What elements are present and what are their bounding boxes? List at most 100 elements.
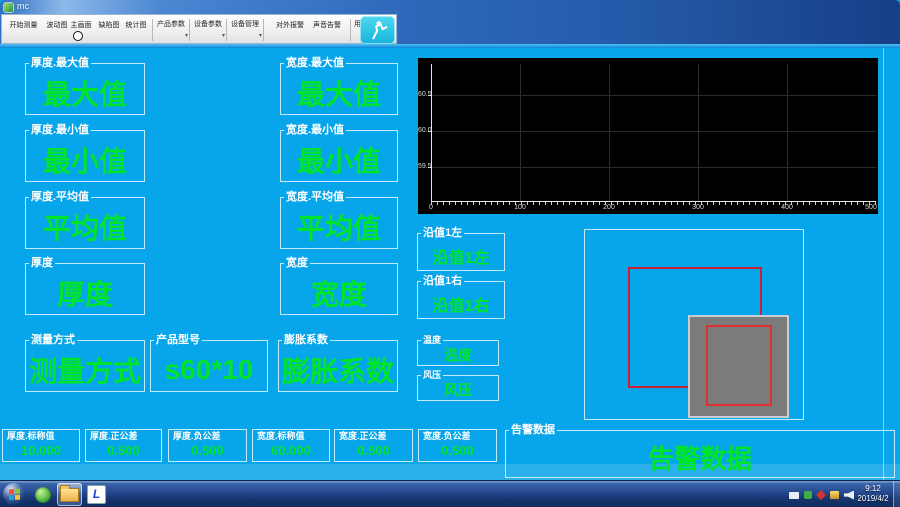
field-value: 最小值: [281, 131, 397, 181]
field-value: 0.500: [169, 430, 246, 461]
chart-x-axis: [431, 201, 876, 202]
field-thickness-avg: 厚度.平均值 平均值: [25, 197, 145, 249]
x-tick-label: 500: [865, 204, 877, 211]
field-product-model: 产品型号 s60*10: [150, 340, 268, 392]
windows-flag-icon: [9, 488, 20, 500]
screen-radio-button[interactable]: [73, 31, 83, 41]
speaker-icon[interactable]: [844, 491, 854, 500]
window-frame-line: [883, 48, 884, 480]
taskbar: 9:12 2019/4/2: [0, 480, 900, 507]
menu-statistics-chart[interactable]: 统计图: [123, 19, 149, 32]
gridline: [609, 64, 610, 201]
field-width-min: 宽度.最小值 最小值: [280, 130, 398, 182]
field-value: 10.000: [3, 430, 79, 461]
x-tick-label: 100: [514, 204, 526, 211]
field-thickness-plus-tol: 厚度.正公差 0.500: [85, 429, 162, 462]
menu-bar: 开始测量 波动图 主画面 缺陷图 统计图 产品参数 设备参数 设备管理 对外报警…: [1, 14, 397, 44]
field-value: 测量方式: [26, 341, 144, 391]
field-value: 最小值: [26, 131, 144, 181]
taskbar-lx-app[interactable]: [84, 483, 109, 506]
field-value: 0.500: [335, 430, 412, 461]
field-alarm-data: 告警数据 告警数据: [505, 430, 895, 478]
language-icon[interactable]: [789, 492, 799, 499]
field-value: 0.500: [86, 430, 161, 461]
application-window: mc 开始测量 波动图 主画面 缺陷图 统计图 产品参数 设备参数 设备管理 对…: [0, 0, 900, 507]
field-value: 最大值: [26, 64, 144, 114]
field-value: 60.000: [253, 430, 329, 461]
taskbar-explorer-app[interactable]: [57, 483, 82, 506]
field-value: 宽度: [281, 264, 397, 314]
menu-wave-chart[interactable]: 波动图: [44, 19, 70, 32]
gridline: [520, 64, 521, 201]
field-value: 厚度: [26, 264, 144, 314]
folder-icon: [60, 488, 79, 502]
x-tick-label: 0: [429, 204, 433, 211]
field-expansion-coeff: 膨胀系数 膨胀系数: [278, 340, 398, 392]
field-value: 膨胀系数: [279, 341, 397, 391]
field-value: 沿值1右: [418, 282, 504, 318]
x-tick-label: 400: [781, 204, 793, 211]
field-value: 沿值1左: [418, 234, 504, 270]
field-measure-mode: 测量方式 测量方式: [25, 340, 145, 392]
gridline: [432, 167, 876, 168]
menu-defect-chart[interactable]: 缺陷图: [96, 19, 122, 32]
field-value: 风压: [418, 376, 498, 400]
field-width-minus-tol: 宽度.负公差 0.500: [418, 429, 497, 462]
field-width-plus-tol: 宽度.正公差 0.500: [334, 429, 413, 462]
field-temperature: 温度 温度: [417, 340, 499, 366]
system-tray: [789, 487, 854, 503]
menu-device-params[interactable]: 设备参数: [189, 19, 227, 41]
field-thickness-minus-tol: 厚度.负公差 0.500: [168, 429, 247, 462]
field-width-avg: 宽度.平均值 平均值: [280, 197, 398, 249]
field-value: 温度: [418, 341, 498, 365]
gridline: [787, 64, 788, 201]
field-width-nominal: 宽度.标称值 60.000: [252, 429, 330, 462]
x-tick-label: 300: [692, 204, 704, 211]
inner-tolerance-rect: [706, 325, 772, 406]
window-title: mc: [17, 1, 29, 11]
product-section-rect: [688, 315, 789, 418]
green-status-icon[interactable]: [804, 491, 812, 499]
menu-product-params[interactable]: 产品参数: [152, 19, 190, 41]
gridline: [698, 64, 699, 201]
field-air-pressure: 风压 风压: [417, 375, 499, 401]
lx-app-icon: [87, 485, 106, 504]
window-frame-strip: [0, 44, 900, 48]
globe-icon: [35, 487, 51, 503]
field-thickness-nominal: 厚度.标称值 10.000: [2, 429, 80, 462]
gridline: [432, 95, 876, 96]
field-value: 0.500: [419, 430, 496, 461]
field-edge-right: 沿值1右 沿值1右: [417, 281, 505, 319]
taskbar-globe-app[interactable]: [30, 483, 55, 506]
y-tick-label: 60.0: [418, 127, 429, 134]
menu-start-measure[interactable]: 开始测量: [5, 19, 42, 32]
y-tick-label: 59.5: [418, 163, 429, 170]
menu-external-alarm[interactable]: 对外报警: [272, 19, 308, 32]
trend-chart: 60.5 60.0 59.5 0 100 200 300 400 500: [418, 58, 878, 214]
clock-time: 9:12: [854, 484, 892, 494]
taskbar-clock[interactable]: 9:12 2019/4/2: [854, 484, 892, 504]
menu-sound-alarm[interactable]: 声音告警: [309, 19, 345, 32]
red-status-icon[interactable]: [816, 490, 826, 500]
field-value: 平均值: [26, 198, 144, 248]
person-button[interactable]: [360, 16, 395, 44]
field-value: 平均值: [281, 198, 397, 248]
y-tick-label: 60.5: [418, 91, 429, 98]
field-thickness-max: 厚度.最大值 最大值: [25, 63, 145, 115]
person-icon: [367, 19, 389, 41]
clock-date: 2019/4/2: [854, 494, 892, 504]
yellow-status-icon[interactable]: [830, 491, 839, 499]
cross-section-panel: [584, 229, 804, 420]
field-thickness: 厚度 厚度: [25, 263, 145, 315]
field-value: 最大值: [281, 64, 397, 114]
menu-main-screen[interactable]: 主画面: [68, 19, 94, 32]
menu-device-manage[interactable]: 设备管理: [226, 19, 264, 41]
field-edge-left: 沿值1左 沿值1左: [417, 233, 505, 271]
gridline: [432, 131, 876, 132]
x-tick-label: 200: [603, 204, 615, 211]
start-orb-icon[interactable]: [3, 483, 25, 505]
app-icon: [4, 3, 13, 12]
show-desktop-button[interactable]: [893, 481, 900, 507]
field-thickness-min: 厚度.最小值 最小值: [25, 130, 145, 182]
field-value: 告警数据: [506, 431, 894, 477]
